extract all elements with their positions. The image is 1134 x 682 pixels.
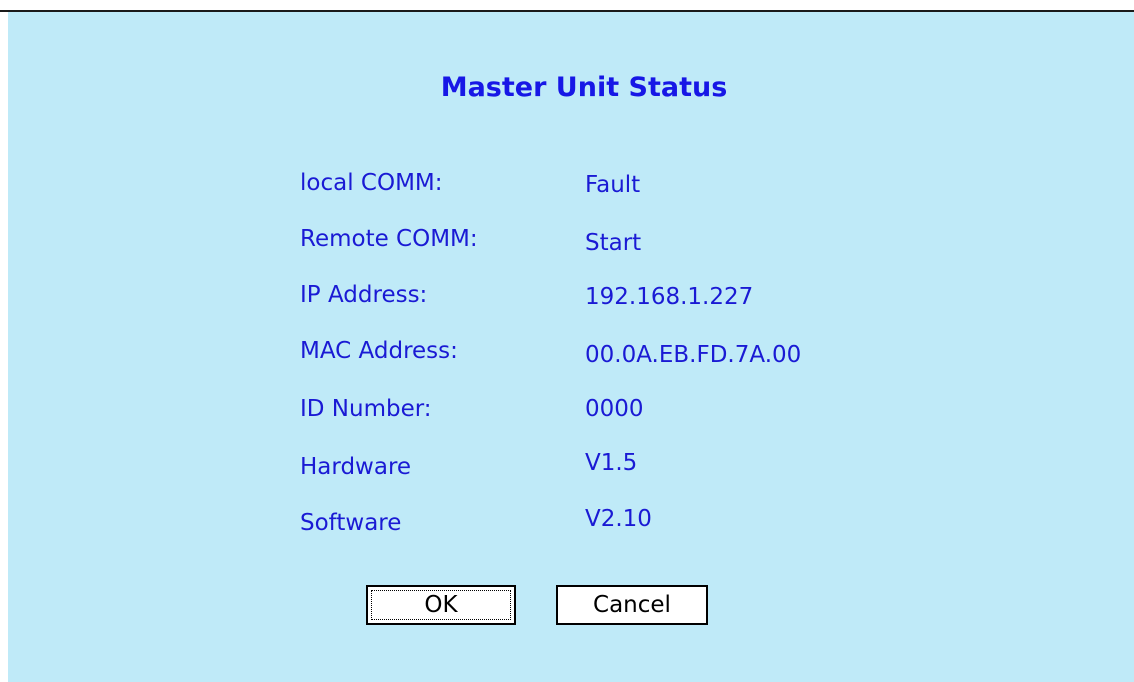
master-unit-status-dialog: Master Unit Status local COMM: Fault Rem… xyxy=(8,12,1134,682)
dialog-title: Master Unit Status xyxy=(440,72,728,103)
remote-comm-label: Remote COMM: xyxy=(300,226,478,252)
software-label: Software xyxy=(300,510,402,536)
mac-address-label: MAC Address: xyxy=(300,338,458,364)
remote-comm-value: Start xyxy=(585,230,642,256)
id-number-label: ID Number: xyxy=(300,396,432,422)
ok-button[interactable]: OK xyxy=(366,585,516,625)
ip-address-label: IP Address: xyxy=(300,282,428,308)
local-comm-value: Fault xyxy=(585,172,641,198)
local-comm-label: local COMM: xyxy=(300,170,443,196)
cancel-button[interactable]: Cancel xyxy=(556,585,708,625)
id-number-value: 0000 xyxy=(585,396,644,422)
software-value: V2.10 xyxy=(585,506,652,532)
ip-address-value: 192.168.1.227 xyxy=(585,284,754,310)
hardware-value: V1.5 xyxy=(585,450,638,476)
hardware-label: Hardware xyxy=(300,454,412,480)
mac-address-value: 00.0A.EB.FD.7A.00 xyxy=(585,342,802,368)
